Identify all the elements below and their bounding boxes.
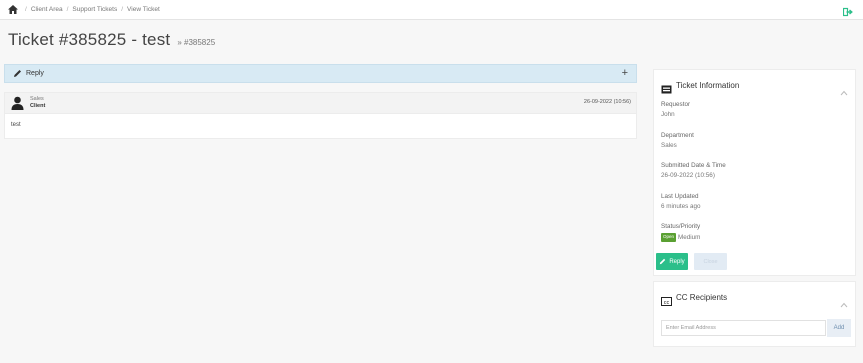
add-cc-button[interactable]: Add: [827, 319, 851, 337]
message-body: test: [11, 122, 21, 128]
priority-value: Medium: [678, 233, 701, 241]
cc-recipients-panel: cc CC Recipients Add: [653, 281, 856, 347]
chevron-up-icon[interactable]: [840, 83, 848, 95]
ticket-message: Sales Client 26-09-2022 (10:56) test: [4, 92, 637, 139]
department-field: Department Sales: [661, 131, 694, 151]
page-header: Ticket #385825 - test » #385825: [8, 30, 215, 50]
last-updated-field: Last Updated 6 minutes ago: [661, 192, 701, 212]
ticket-icon: [661, 81, 672, 94]
message-date: 26-09-2022 (10:56): [583, 99, 631, 105]
message-header: Sales Client 26-09-2022 (10:56): [5, 93, 636, 114]
page-title: Ticket #385825 - test: [8, 30, 171, 49]
field-label: Last Updated: [661, 193, 699, 200]
breadcrumb-separator: /: [25, 6, 27, 13]
status-priority-field: Status/Priority Open Medium: [661, 222, 700, 243]
breadcrumb-client-area[interactable]: Client Area: [31, 6, 63, 13]
user-icon: [11, 96, 24, 110]
field-value: John: [661, 110, 675, 118]
plus-icon[interactable]: +: [622, 68, 628, 79]
field-label: Status/Priority: [661, 223, 701, 230]
field-label: Department: [661, 132, 694, 139]
pencil-icon: [13, 69, 22, 78]
reply-button-label: Reply: [669, 258, 685, 265]
field-label: Requestor: [661, 101, 691, 108]
field-label: Submitted Date & Time: [661, 162, 726, 169]
cc-recipients-title: CC Recipients: [676, 293, 728, 302]
field-value: Sales: [661, 141, 677, 149]
requestor-field: Requestor John: [661, 100, 690, 120]
page-subtitle: » #385825: [177, 38, 216, 47]
ticket-information-panel: Ticket Information Requestor John Depart…: [653, 69, 856, 276]
message-role: Client: [30, 103, 46, 109]
breadcrumb-view-ticket: View Ticket: [127, 6, 160, 13]
breadcrumb-separator: /: [121, 6, 124, 13]
pencil-icon: [659, 258, 666, 265]
breadcrumb-support-tickets[interactable]: Support Tickets: [72, 6, 117, 13]
breadcrumb: / Client Area / Support Tickets / View T…: [0, 5, 160, 14]
cc-email-input[interactable]: [661, 320, 826, 336]
svg-text:cc: cc: [664, 300, 670, 306]
close-button[interactable]: Close: [694, 253, 727, 270]
cc-icon: cc: [661, 293, 672, 306]
chevron-up-icon[interactable]: [840, 295, 848, 307]
status-badge: Open: [661, 233, 677, 243]
reply-bar-label: Reply: [26, 70, 44, 77]
breadcrumb-separator: /: [66, 6, 69, 13]
top-bar: / Client Area / Support Tickets / View T…: [0, 0, 863, 20]
ticket-information-title: Ticket Information: [676, 81, 740, 90]
close-button-label: Close: [703, 258, 718, 265]
message-author: Sales: [30, 95, 44, 102]
home-icon[interactable]: [8, 5, 18, 14]
ticket-information-header[interactable]: Ticket Information: [654, 70, 855, 95]
logout-icon[interactable]: [842, 4, 853, 17]
submitted-field: Submitted Date & Time 26-09-2022 (10:56): [661, 161, 726, 181]
cc-recipients-header[interactable]: cc CC Recipients: [654, 282, 855, 307]
field-value: 26-09-2022 (10:56): [661, 171, 715, 179]
reply-button[interactable]: Reply: [656, 253, 688, 270]
field-value: 6 minutes ago: [661, 202, 701, 210]
reply-toggle-bar[interactable]: Reply +: [4, 64, 637, 83]
